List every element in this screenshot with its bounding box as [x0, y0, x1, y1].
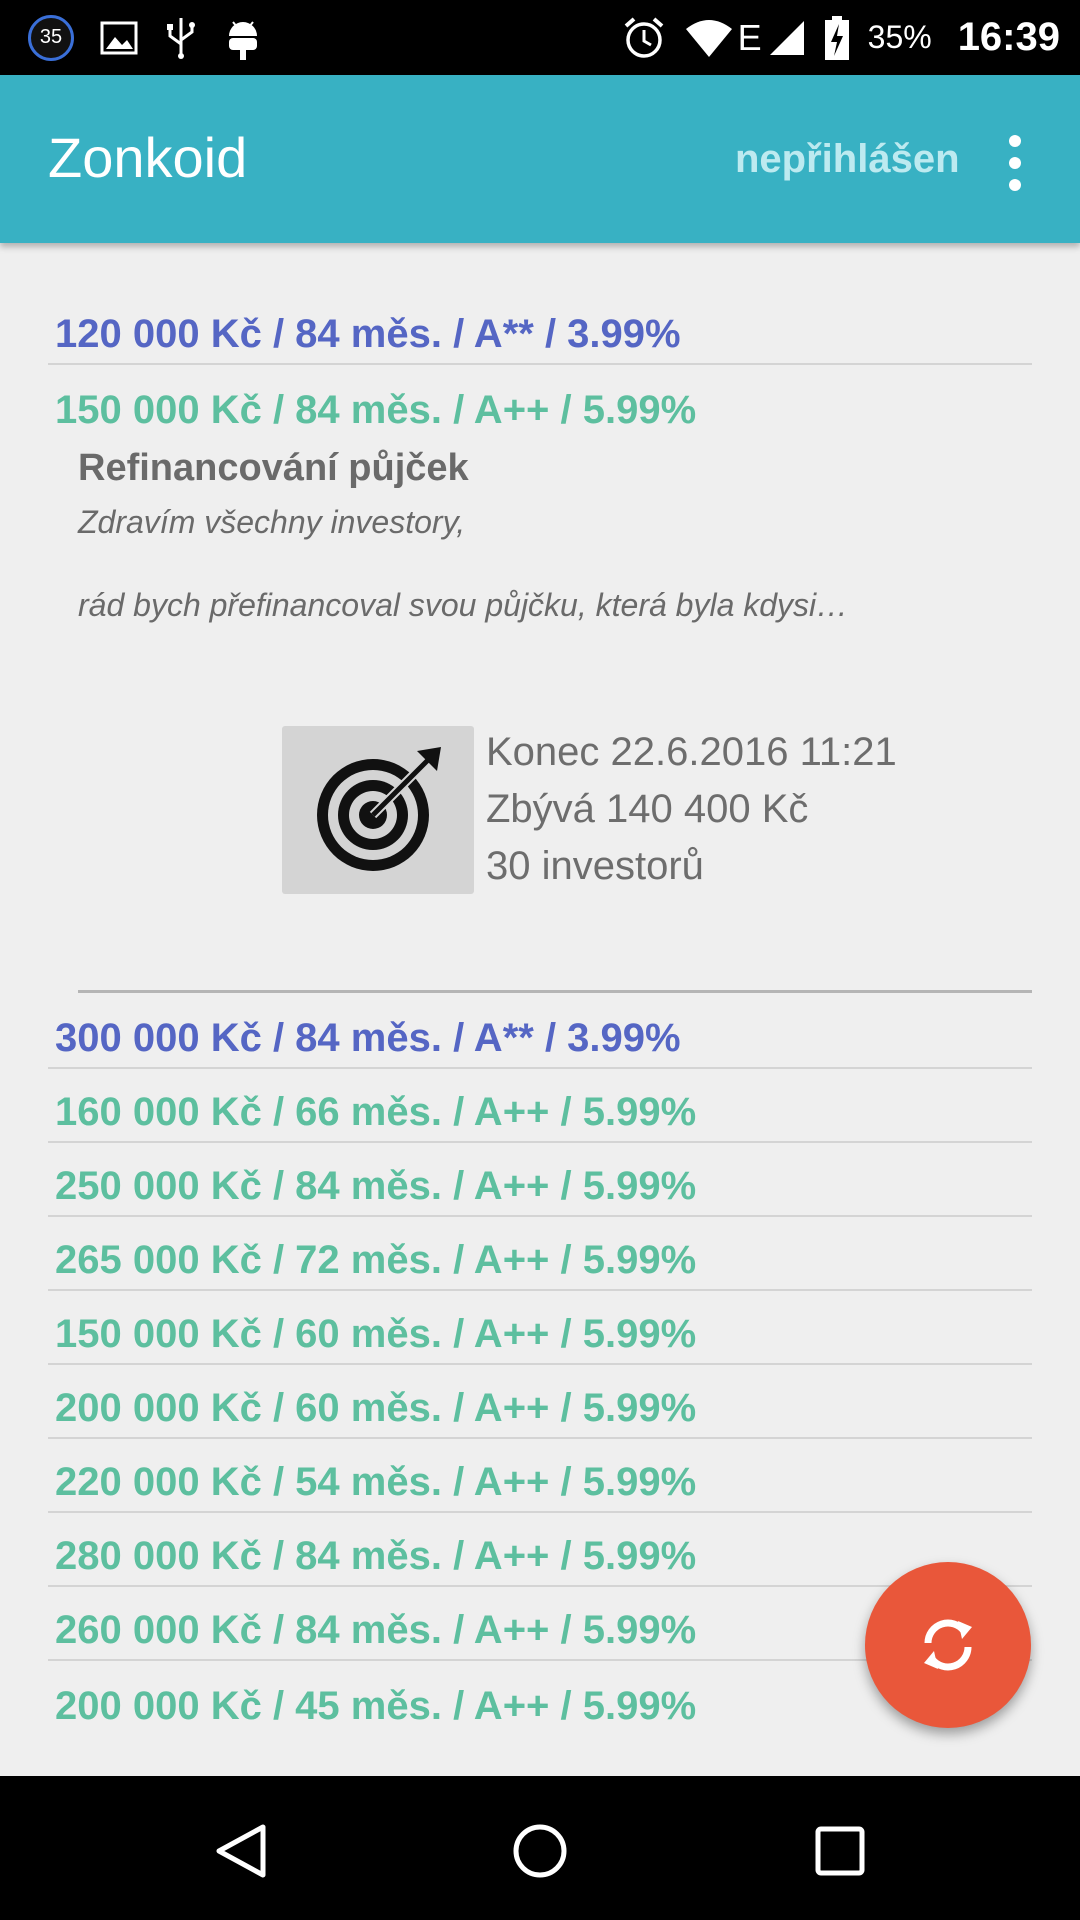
clock: 16:39: [957, 15, 1060, 59]
recents-button[interactable]: [805, 1816, 875, 1886]
loan-row[interactable]: 150 000 Kč / 60 měs. / A++ / 5.99%: [48, 1291, 1032, 1365]
target-icon: [317, 747, 441, 871]
loan-summary: 150 000 Kč / 84 měs. / A++ / 5.99%: [55, 388, 697, 432]
battery-charging-icon: [824, 15, 849, 60]
loan-detail-description-line1: Zdravím všechny investory,: [78, 504, 466, 540]
loan-row[interactable]: 250 000 Kč / 84 měs. / A++ / 5.99%: [48, 1143, 1032, 1217]
signal-icon: [769, 20, 804, 55]
navigation-bar: [0, 1776, 1080, 1920]
loan-remaining-amount: Zbývá 140 400 Kč: [486, 787, 809, 831]
loan-summary: 280 000 Kč / 84 měs. / A++ / 5.99%: [55, 1534, 697, 1578]
wifi-icon: [685, 19, 732, 57]
loan-row[interactable]: 220 000 Kč / 54 měs. / A++ / 5.99%: [48, 1439, 1032, 1513]
loan-detail-description-line2: rád bych přefinancoval svou půjčku, kter…: [78, 587, 849, 623]
refresh-icon: [924, 1619, 972, 1671]
loan-detail-title: Refinancování půjček: [78, 447, 469, 489]
loan-summary: 250 000 Kč / 84 měs. / A++ / 5.99%: [55, 1164, 697, 1208]
app-bar: Zonkoid nepřihlášen: [0, 75, 1080, 243]
battery-percentage: 35%: [867, 19, 932, 55]
loan-row[interactable]: 265 000 Kč / 72 měs. / A++ / 5.99%: [48, 1217, 1032, 1291]
back-icon: [216, 1824, 266, 1878]
login-status-button[interactable]: nepřihlášen: [735, 137, 960, 182]
android-debug-icon: [229, 20, 257, 60]
loan-summary: 200 000 Kč / 45 měs. / A++ / 5.99%: [55, 1684, 697, 1728]
loan-summary: 265 000 Kč / 72 měs. / A++ / 5.99%: [55, 1238, 697, 1282]
refresh-button[interactable]: [865, 1562, 1031, 1728]
loan-summary: 300 000 Kč / 84 měs. / A** / 3.99%: [55, 1016, 681, 1060]
loan-end-date: Konec 22.6.2016 11:21: [486, 730, 897, 774]
loan-summary: 200 000 Kč / 60 měs. / A++ / 5.99%: [55, 1386, 697, 1430]
status-bar: 35 E 35% 16:39: [0, 0, 1080, 75]
overflow-menu-icon[interactable]: [1000, 135, 1030, 191]
home-button[interactable]: [505, 1816, 575, 1886]
loan-row-expanded[interactable]: 150 000 Kč / 84 měs. / A++ / 5.99%: [48, 365, 1032, 439]
loan-row[interactable]: 200 000 Kč / 60 měs. / A++ / 5.99%: [48, 1365, 1032, 1439]
loan-row[interactable]: 160 000 Kč / 66 měs. / A++ / 5.99%: [48, 1069, 1032, 1143]
loan-row[interactable]: 300 000 Kč / 84 měs. / A** / 3.99%: [48, 995, 1032, 1069]
loan-row[interactable]: 120 000 Kč / 84 měs. / A** / 3.99%: [48, 291, 1032, 365]
loan-summary: 160 000 Kč / 66 měs. / A++ / 5.99%: [55, 1090, 697, 1134]
home-icon: [513, 1824, 567, 1878]
recents-icon: [815, 1826, 865, 1876]
network-type: E: [737, 16, 762, 58]
notification-count: 35: [39, 26, 63, 48]
loan-investor-count: 30 investorů: [486, 844, 704, 888]
app-title: Zonkoid: [48, 126, 248, 189]
loan-summary: 120 000 Kč / 84 měs. / A** / 3.99%: [55, 312, 681, 356]
usb-icon: [167, 17, 195, 59]
loan-summary: 260 000 Kč / 84 měs. / A++ / 5.99%: [55, 1608, 697, 1652]
loan-row[interactable]: 280 000 Kč / 84 měs. / A++ / 5.99%: [48, 1513, 1032, 1587]
back-button[interactable]: [206, 1816, 276, 1886]
notification-count-icon: 35: [28, 14, 74, 61]
divider: [78, 990, 1032, 993]
loan-thumbnail: [282, 726, 474, 894]
image-icon: [100, 21, 138, 54]
loan-summary: 220 000 Kč / 54 měs. / A++ / 5.99%: [55, 1460, 697, 1504]
alarm-icon: [624, 16, 663, 58]
loan-summary: 150 000 Kč / 60 měs. / A++ / 5.99%: [55, 1312, 697, 1356]
